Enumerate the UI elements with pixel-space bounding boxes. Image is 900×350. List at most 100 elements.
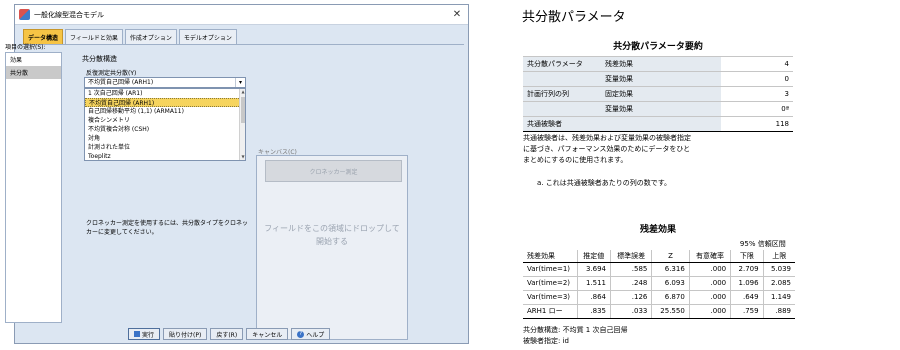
run-button[interactable]: 実行 <box>128 328 161 340</box>
close-icon[interactable]: ✕ <box>446 9 468 20</box>
summary-value: 3 <box>721 86 793 102</box>
kronecker-button[interactable]: クロネッカー測定 <box>265 160 402 182</box>
table-cell: 1.149 <box>762 289 795 304</box>
col-header: 下限 <box>730 250 764 263</box>
section-title: 共分散構造 <box>82 55 117 63</box>
col-header: 標準誤差 <box>610 250 652 263</box>
paste-button[interactable]: 貼り付け(P) <box>163 328 208 340</box>
table-cell: .000 <box>688 303 731 319</box>
table-cell: Var(time=2) <box>523 275 577 290</box>
option-compound-symmetry[interactable]: 複合シンメトリ <box>85 116 245 125</box>
table-cell: .033 <box>610 303 652 319</box>
scroll-up-icon[interactable]: ▲ <box>240 89 245 95</box>
col-header: 推定値 <box>576 250 611 263</box>
covariance-type-dropdown[interactable]: 1 次自己回帰 (AR1) 不均質自己回帰 (ARH1) 自己回帰移動平均 (1… <box>84 88 246 161</box>
tab-fields-effects[interactable]: フィールドと効果 <box>65 29 123 45</box>
item-select-label: 項目の選択(S): <box>5 44 46 51</box>
summary-value: 4 <box>721 56 793 72</box>
summary-value: 0ª <box>721 101 793 117</box>
reset-button[interactable]: 戻す(R) <box>210 328 244 340</box>
tab-bar: データ構造 フィールドと効果 作成オプション モデルオプション <box>23 29 237 45</box>
play-icon <box>134 331 140 337</box>
table-cell: 3.694 <box>576 261 611 276</box>
table-cell: 5.039 <box>762 261 795 276</box>
summary-table: 共分散パラメータ 残差効果 4 変量効果 0 計画行列の列 固定効果 3 変量効… <box>523 56 793 132</box>
table-row: 共通被験者 118 <box>523 116 793 132</box>
tab-build-options[interactable]: 作成オプション <box>124 29 177 45</box>
col-header: 有意確率 <box>688 250 731 263</box>
summary-table-title: 共分散パラメータ要約 <box>613 42 703 52</box>
table-cell: .585 <box>610 261 652 276</box>
title-bar: 一般化線型混合モデル ✕ <box>15 5 468 25</box>
residual-note-subject: 被験者指定: id <box>523 337 569 345</box>
table-header-row: 95% 信頼区間 <box>523 238 795 250</box>
table-cell: .000 <box>688 261 731 276</box>
table-row: Var(time=3) .864 .126 6.870 .000 .649 1.… <box>523 289 795 304</box>
table-row: 共分散パラメータ 残差効果 4 <box>523 56 793 72</box>
scroll-thumb[interactable] <box>241 97 245 123</box>
summary-note: 共通被験者は、残差効果および変量効果の被験者指定に基づき、パフォーマンス効果のた… <box>523 134 691 164</box>
window-title: 一般化線型混合モデル <box>34 10 104 19</box>
table-cell: .864 <box>576 289 611 304</box>
ci-header: 95% 信頼区間 <box>739 240 786 248</box>
summary-footnote: a. これは共通被験者あたりの列の数です。 <box>537 179 672 187</box>
table-cell: .835 <box>576 303 611 319</box>
table-cell: 1.096 <box>730 275 764 290</box>
table-row: Var(time=1) 3.694 .585 6.316 .000 2.709 … <box>523 261 795 276</box>
table-cell: 2.085 <box>762 275 795 290</box>
table-cell: .000 <box>688 289 731 304</box>
drop-hint: フィールドをこの領域にドロップして開始する <box>264 224 400 246</box>
tab-divider <box>19 44 464 45</box>
summary-label: 残差効果 <box>601 56 721 72</box>
option-arma11[interactable]: 自己回帰移動平均 (1,1) (ARMA11) <box>85 107 245 116</box>
run-label: 実行 <box>142 331 155 339</box>
table-cell: .126 <box>610 289 652 304</box>
table-cell: 6.870 <box>651 289 690 304</box>
option-csh[interactable]: 不均質複合対称 (CSH) <box>85 125 245 134</box>
table-cell: 1.511 <box>576 275 611 290</box>
table-row: 計画行列の列 固定効果 3 <box>523 86 793 102</box>
app-icon <box>19 9 30 20</box>
option-scaled-identity[interactable]: 計測された単位 <box>85 143 245 152</box>
summary-label: 変量効果 <box>601 71 721 87</box>
item-covariance[interactable]: 共分散 <box>6 66 61 79</box>
table-cell: .759 <box>730 303 764 319</box>
option-diagonal[interactable]: 対角 <box>85 134 245 143</box>
dropdown-scrollbar[interactable]: ▲ ▼ <box>239 89 245 160</box>
chevron-down-icon[interactable]: ▾ <box>235 78 245 87</box>
col-header: 残差効果 <box>523 250 577 263</box>
kronecker-note: クロネッカー測定を使用するには、共分散タイプをクロネッカーに変更してください。 <box>86 220 249 236</box>
cancel-button[interactable]: キャンセル <box>246 328 289 340</box>
table-cell: 25.550 <box>651 303 690 319</box>
summary-group: 計画行列の列 <box>523 86 601 102</box>
table-cell: Var(time=3) <box>523 289 577 304</box>
table-row: 変量効果 0 <box>523 71 793 87</box>
summary-label <box>601 116 721 132</box>
table-header-row: 残差効果 推定値 標準誤差 Z 有意確率 下限 上限 <box>523 250 795 263</box>
option-arh1[interactable]: 不均質自己回帰 (ARH1) <box>85 98 245 107</box>
scroll-down-icon[interactable]: ▼ <box>240 154 245 160</box>
help-icon: ? <box>297 330 305 338</box>
option-toeplitz[interactable]: Toeplitz <box>85 152 245 160</box>
table-cell: 6.316 <box>651 261 690 276</box>
item-effects[interactable]: 効果 <box>6 53 61 66</box>
table-cell: .248 <box>610 275 652 290</box>
table-row: Var(time=2) 1.511 .248 6.093 .000 1.096 … <box>523 275 795 290</box>
residual-note-structure: 共分散構造: 不均質 1 次自己回帰 <box>523 326 628 334</box>
table-cell: .889 <box>762 303 795 319</box>
col-header: 上限 <box>762 250 795 263</box>
summary-value: 118 <box>721 116 793 132</box>
option-ar1[interactable]: 1 次自己回帰 (AR1) <box>85 89 245 98</box>
table-row: 変量効果 0ª <box>523 101 793 117</box>
summary-label: 固定効果 <box>601 86 721 102</box>
summary-value: 0 <box>721 71 793 87</box>
item-list[interactable]: 効果 共分散 <box>5 52 62 323</box>
button-row: 実行 貼り付け(P) 戻す(R) キャンセル ? ヘルプ <box>128 328 331 340</box>
output-heading: 共分散パラメータ <box>522 10 626 25</box>
tab-model-options[interactable]: モデルオプション <box>178 29 237 45</box>
summary-group: 共通被験者 <box>523 116 601 132</box>
covariance-type-select[interactable]: 不均質自己回帰 (ARH1) ▾ <box>84 77 246 88</box>
help-button[interactable]: ? ヘルプ <box>291 328 331 340</box>
summary-group: 共分散パラメータ <box>523 56 601 72</box>
covariance-type-value: 不均質自己回帰 (ARH1) <box>88 79 154 86</box>
